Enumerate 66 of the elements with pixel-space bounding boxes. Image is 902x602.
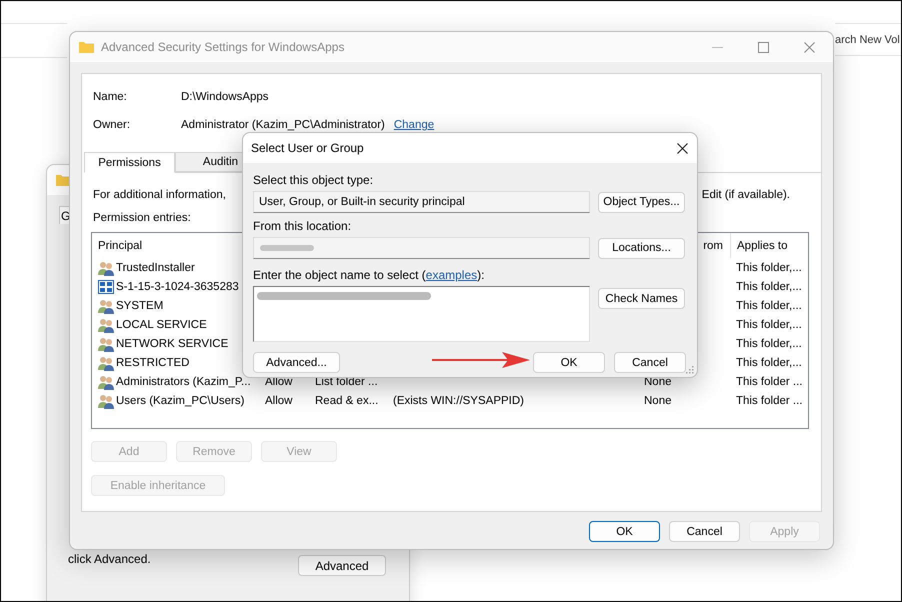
users-icon [98,374,114,390]
search-text: arch New Vol [835,34,900,46]
principal-name: Users (Kazim_PC\Users) [116,394,244,406]
users-icon [98,298,114,314]
users-icon [98,392,114,408]
maximize-icon[interactable] [758,42,769,52]
table-cell: This folder,... [736,280,802,292]
dialog-button[interactable]: OK [589,521,660,542]
info-text: For additional information, [93,189,226,201]
dialog-button[interactable]: Cancel [614,352,686,373]
advanced-button[interactable]: Advanced [298,555,386,576]
principal-name: SYSTEM [116,300,164,312]
locations-button[interactable]: Locations... [598,238,685,258]
resize-grip-icon[interactable] [686,366,694,374]
info-text: Edit (if available). [702,189,790,201]
table-cell: This folder,... [736,338,802,350]
users-icon [98,260,114,276]
folder-icon [79,41,94,53]
principal-name: Administrators (Kazim_P... [116,376,251,388]
grid-icon [98,278,114,294]
tab[interactable]: Permissions [84,152,175,173]
field-label: Owner: [93,119,132,131]
field-value: Administrator (Kazim_PC\Administrator) [181,119,385,131]
principal-name: RESTRICTED [116,356,190,368]
users-icon [98,354,114,370]
table-cell: None [644,394,672,406]
principal-name: S-1-15-3-1024-3635283 [116,280,239,292]
table-cell: None [644,376,672,388]
dialog-button[interactable]: Cancel [669,521,740,542]
table-cell: This folder,... [736,318,802,330]
note-text: click Advanced. [68,552,151,566]
window-title: Advanced Security Settings for WindowsApps [101,40,346,54]
table-cell: (Exists WIN://SYSAPPID) [393,394,524,406]
search-field[interactable]: arch New Vol [835,23,901,56]
change-link[interactable]: Change [394,119,434,131]
object-type-field: User, Group, or Built-in security principal [253,191,590,213]
principal-name: TrustedInstaller [116,262,195,274]
table-cell: This folder,... [736,262,802,274]
users-icon [98,316,114,332]
principal-name: LOCAL SERVICE [116,318,207,330]
table-cell: Allow [265,394,292,406]
column-header[interactable]: Principal [98,240,142,252]
field-label: Name: [93,91,128,103]
entries-label: Permission entries: [93,212,191,224]
field-label: From this location: [253,219,352,233]
field-label: Enter the object name to select (examples): [253,268,486,282]
table-cell: This folder ... [736,394,802,406]
users-icon [98,336,114,352]
dialog-title: Select User or Group [251,141,364,155]
principal-name: NETWORK SERVICE [116,338,228,350]
table-cell: This folder,... [736,356,802,368]
object-name-field[interactable] [253,286,590,342]
advanced-button[interactable]: Advanced... [253,352,340,373]
dialog-button[interactable]: OK [533,352,605,373]
object-types-button[interactable]: Object Types... [598,192,685,212]
field-label: Select this object type: [253,173,374,187]
table-cell: Read & ex... [315,394,378,406]
check-names-button[interactable]: Check Names [598,288,685,309]
column-header[interactable]: rom [703,240,723,252]
column-header[interactable]: Applies to [737,240,788,252]
table-cell: This folder,... [736,300,802,312]
close-icon[interactable] [677,142,688,154]
table-cell: This folder ... [736,376,802,388]
examples-link[interactable]: examples [426,268,478,282]
field-value: D:\WindowsApps [181,91,269,103]
minimize-icon[interactable] [712,46,723,48]
